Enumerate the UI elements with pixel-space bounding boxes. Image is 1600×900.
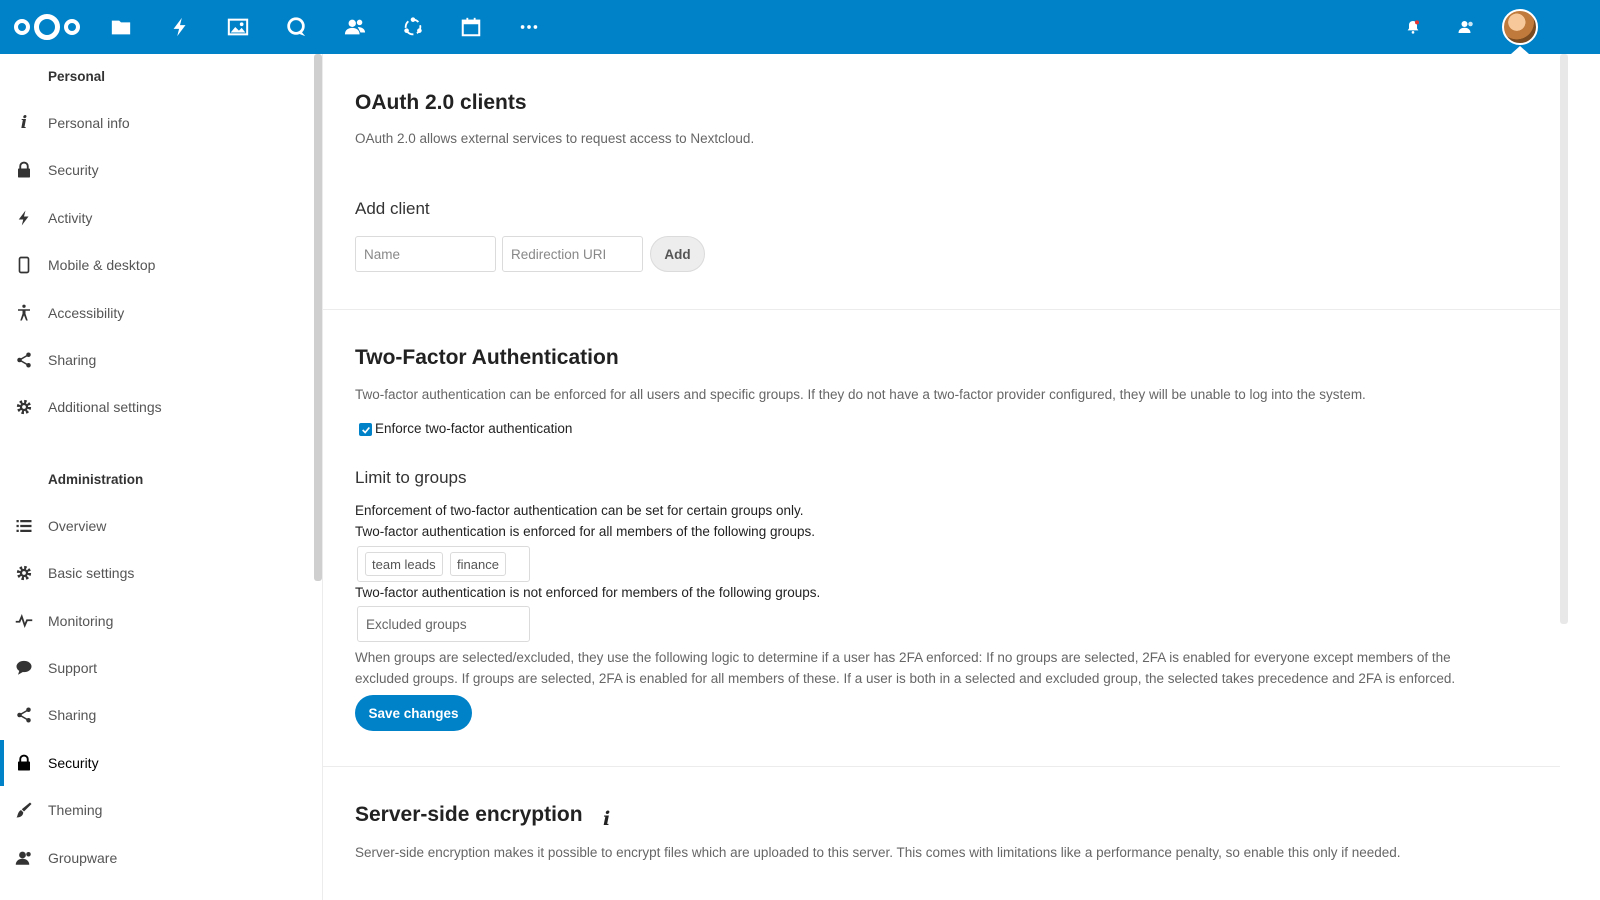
sidebar-item-overview[interactable]: Overview (0, 503, 314, 549)
redirection-uri-input[interactable]: Redirection URI (502, 236, 643, 272)
client-name-input[interactable]: Name (355, 236, 496, 272)
info-icon[interactable]: i (603, 808, 617, 830)
nextcloud-logo[interactable] (12, 10, 82, 44)
list-icon (14, 516, 34, 536)
gear-icon (14, 397, 34, 417)
activity-icon[interactable] (166, 13, 194, 41)
lock-icon (14, 753, 34, 773)
enforce-2fa-label[interactable]: Enforce two-factor authentication (375, 421, 572, 436)
info-icon: i (20, 113, 28, 133)
avatar-menu-caret (1511, 46, 1529, 54)
encryption-description: Server-side encryption makes it possible… (355, 845, 1401, 860)
sidebar-item-label: Groupware (48, 850, 118, 866)
avatar[interactable] (1502, 9, 1538, 45)
sidebar-item-personal-info[interactable]: i Personal info (0, 100, 314, 146)
save-changes-button[interactable]: Save changes (355, 695, 472, 731)
sidebar-item-label: Sharing (48, 352, 97, 368)
sidebar-item-label: Accessibility (48, 305, 125, 321)
settings-sidebar: Personal i Personal info Security Activi… (0, 54, 323, 900)
sidebar-item-label: Additional settings (48, 399, 162, 415)
sidebar-item-label: Security (48, 162, 99, 178)
files-icon[interactable] (107, 13, 135, 41)
sidebar-item-accessibility[interactable]: Accessibility (0, 290, 314, 336)
share-icon (14, 705, 34, 725)
sidebar-item-basic-settings[interactable]: Basic settings (0, 550, 314, 596)
sidebar-item-label: Security (48, 755, 99, 771)
contacts-menu-icon[interactable] (1452, 13, 1480, 41)
chat-icon (14, 658, 34, 678)
accessibility-icon (14, 303, 34, 323)
sidebar-item-label: Sharing (48, 707, 97, 723)
add-client-title: Add client (355, 199, 430, 218)
groups-logic-line2: excluded groups. If groups are selected,… (355, 671, 1456, 686)
sidebar-item-label: Support (48, 660, 98, 676)
photos-icon[interactable] (224, 13, 252, 41)
monitoring-icon (14, 611, 34, 631)
limit-groups-line2: Two-factor authentication is enforced fo… (355, 524, 815, 539)
excluded-groups-line: Two-factor authentication is not enforce… (355, 585, 821, 600)
section-divider (323, 309, 1560, 310)
sidebar-heading-personal: Personal (48, 69, 106, 84)
gear-icon (14, 563, 34, 583)
calendar-icon[interactable] (457, 13, 485, 41)
brush-icon (14, 800, 34, 820)
top-header (0, 0, 1600, 54)
sidebar-item-security-personal[interactable]: Security (0, 147, 314, 193)
oauth-title: OAuth 2.0 clients (355, 91, 527, 114)
excluded-groups-select[interactable]: Excluded groups (357, 606, 530, 642)
sidebar-item-sharing-personal[interactable]: Sharing (0, 337, 314, 383)
contacts-icon (14, 848, 34, 868)
sidebar-item-sharing-admin[interactable]: Sharing (0, 692, 314, 738)
sidebar-item-label: Basic settings (48, 565, 135, 581)
page-scrollbar[interactable] (1560, 54, 1568, 624)
sidebar-item-groupware[interactable]: Groupware (0, 835, 314, 881)
sidebar-item-monitoring[interactable]: Monitoring (0, 598, 314, 644)
sidebar-item-label: Overview (48, 518, 107, 534)
talk-icon[interactable] (282, 13, 310, 41)
oauth-description: OAuth 2.0 allows external services to re… (355, 131, 755, 146)
sidebar-item-support[interactable]: Support (0, 645, 314, 691)
sidebar-heading-administration: Administration (48, 472, 144, 487)
groups-logic-line1: When groups are selected/excluded, they … (355, 650, 1451, 665)
section-divider (323, 766, 1560, 767)
share-icon (14, 350, 34, 370)
notifications-icon[interactable] (1399, 13, 1427, 41)
sidebar-scrollbar[interactable] (314, 54, 322, 581)
sidebar-item-activity[interactable]: Activity (0, 195, 314, 241)
sidebar-item-security-admin[interactable]: Security (0, 740, 314, 786)
sidebar-item-mobile-desktop[interactable]: Mobile & desktop (0, 242, 314, 288)
circles-icon[interactable] (399, 13, 427, 41)
activity-icon (14, 208, 34, 228)
lock-icon (14, 160, 34, 180)
sidebar-item-label: Personal info (48, 115, 130, 131)
sidebar-item-label: Activity (48, 210, 93, 226)
sidebar-item-label: Theming (48, 802, 103, 818)
enforced-groups-select[interactable]: team leads finance (357, 546, 530, 582)
enforce-2fa-checkbox[interactable] (359, 423, 372, 436)
add-client-button[interactable]: Add (650, 236, 705, 272)
sidebar-item-theming[interactable]: Theming (0, 787, 314, 833)
sidebar-item-label: Mobile & desktop (48, 257, 156, 273)
checkmark-icon (361, 426, 370, 434)
more-apps-icon[interactable] (515, 13, 543, 41)
phone-icon (14, 255, 34, 275)
limit-groups-line1: Enforcement of two-factor authentication… (355, 503, 804, 518)
contacts-icon[interactable] (341, 13, 369, 41)
group-tag[interactable]: finance (450, 552, 506, 576)
twofa-description: Two-factor authentication can be enforce… (355, 387, 1366, 402)
sidebar-item-additional-settings[interactable]: Additional settings (0, 384, 314, 430)
settings-content: OAuth 2.0 clients OAuth 2.0 allows exter… (323, 54, 1560, 900)
limit-groups-title: Limit to groups (355, 468, 467, 487)
group-tag[interactable]: team leads (365, 552, 443, 576)
encryption-title: Server-side encryption (355, 803, 583, 826)
twofa-title: Two-Factor Authentication (355, 346, 619, 369)
sidebar-item-label: Monitoring (48, 613, 114, 629)
